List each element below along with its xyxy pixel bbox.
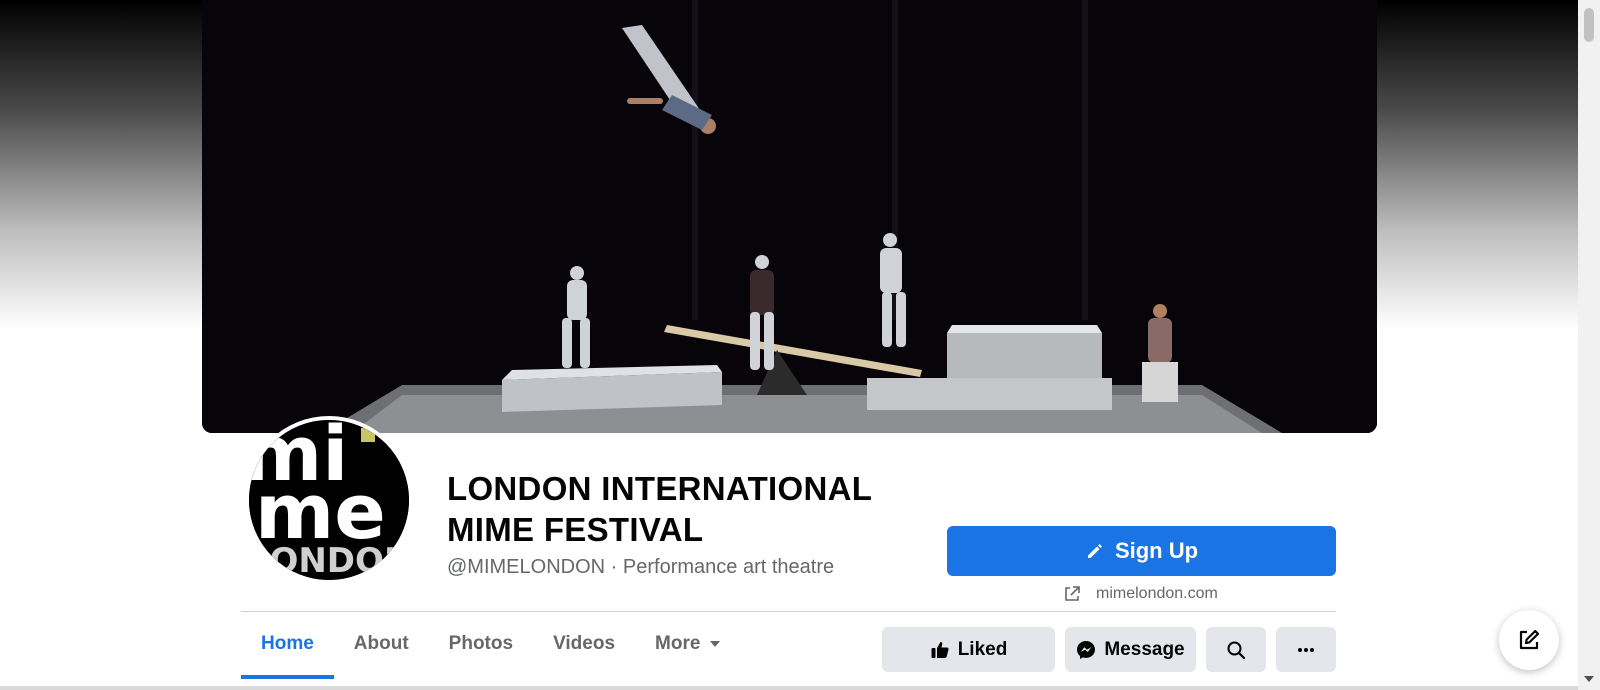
page-category[interactable]: Performance art theatre [623,556,834,578]
tab-videos-label: Videos [553,633,616,654]
pencil-icon [1087,544,1102,558]
cover-photo[interactable] [202,0,1377,433]
page-handle: @MIMELONDON [447,556,606,578]
liked-label: Liked [957,638,1008,660]
message-label: Message [1104,638,1185,660]
page-subtitle: @MIMELONDON · Performance art theatre [447,556,834,579]
scroll-down-arrow-icon[interactable] [1584,676,1594,682]
subtitle-separator: · [610,556,618,578]
tab-more-label: More [655,633,701,654]
tab-about-label: About [353,633,409,654]
messenger-icon [1077,640,1096,659]
sign-up-label: Sign Up [1114,538,1199,563]
page-actions: Liked Message [882,627,1336,672]
new-message-button[interactable] [1499,610,1559,670]
page-title: LONDON INTERNATIONAL MIME FESTIVAL [447,468,927,550]
tab-more[interactable]: More [635,612,740,676]
message-button[interactable]: Message [1065,627,1196,672]
vertical-scrollbar[interactable] [1578,0,1600,690]
page-tabs: Home About Photos Videos More [241,612,740,690]
tab-videos[interactable]: Videos [533,612,635,676]
website-url: mimelondon.com [1096,585,1218,602]
facebook-page: mi me LONDON LONDON INTERNATIONAL MIME F… [0,0,1600,690]
sign-up-button[interactable]: Sign Up [947,526,1336,576]
tab-about[interactable]: About [334,612,429,676]
page-title-line1: LONDON INTERNATIONAL [447,470,873,507]
caret-down-icon [710,641,721,647]
cover-photo-image [202,0,1377,433]
more-options-button[interactable] [1276,627,1336,672]
liked-button[interactable]: Liked [882,627,1055,672]
tab-home[interactable]: Home [241,612,334,679]
ellipsis-icon [1298,647,1314,652]
tab-photos[interactable]: Photos [429,612,533,676]
thumbs-up-icon [931,641,949,658]
compose-icon [1519,629,1540,650]
website-link[interactable]: mimelondon.com [1062,583,1218,605]
search-icon [1227,641,1246,659]
tab-home-label: Home [261,633,314,654]
page-avatar[interactable]: mi me LONDON [245,416,413,584]
mime-logo: mi me LONDON [249,420,409,580]
search-button[interactable] [1206,627,1266,672]
scrollbar-thumb[interactable] [1584,8,1594,42]
external-link-icon [1065,586,1080,601]
tab-photos-label: Photos [448,633,514,654]
page-title-line2: MIME FESTIVAL [447,511,704,548]
horizontal-scrollbar[interactable] [0,686,1578,690]
